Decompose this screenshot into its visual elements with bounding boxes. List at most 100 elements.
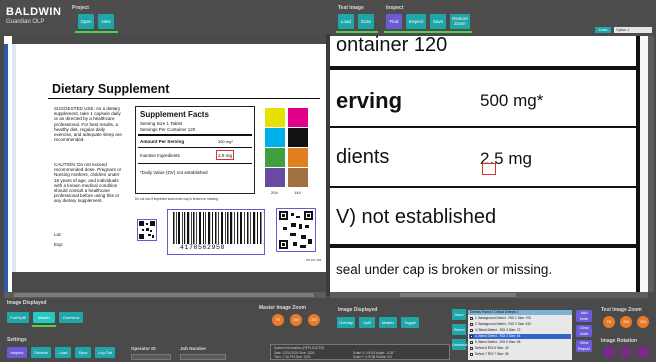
defect-item-text: 3. Bleed Defect - ROI 3 Size: 72 bbox=[475, 328, 521, 332]
open-project-button[interactable]: Open bbox=[78, 14, 94, 29]
overlay-button[interactable]: Overlay bbox=[337, 317, 355, 328]
project-group-title: Project bbox=[72, 5, 89, 11]
barcode-region: 4178562958 bbox=[167, 209, 265, 255]
defect-list-item[interactable]: 2. Background Defect - ROI 2 Size: 512 bbox=[469, 322, 571, 327]
barcode-number: 4178562958 bbox=[180, 244, 226, 251]
job-number-field[interactable] bbox=[180, 354, 226, 360]
defect-checkbox[interactable] bbox=[470, 347, 473, 350]
zoom-rule-2 bbox=[330, 126, 642, 128]
test-zoom-fit-button[interactable]: Fit bbox=[603, 316, 615, 328]
inactive-label: Inactive Ingredients bbox=[140, 153, 180, 158]
project-group-underline bbox=[75, 31, 118, 33]
defect-checkbox[interactable] bbox=[470, 353, 473, 356]
test-image-group-title: Test Image bbox=[338, 5, 364, 11]
qr-large-graphic bbox=[279, 211, 313, 249]
amount-value: 300 mg* bbox=[218, 139, 233, 144]
scan-image-button[interactable]: Scan bbox=[358, 14, 374, 29]
defect-list-item[interactable]: Defect 7 ROI 7 Size: 36 bbox=[469, 352, 571, 357]
label-blue-stripe bbox=[4, 44, 8, 292]
barcode-graphic bbox=[173, 212, 262, 244]
defect-list[interactable]: Defects Found 1 Critical Defects 1 1. Ba… bbox=[468, 310, 572, 360]
defect-checkbox[interactable] bbox=[470, 335, 473, 338]
overview-button[interactable]: Overview bbox=[59, 312, 83, 323]
job-label: Job Number bbox=[180, 346, 207, 351]
rotate-left-button[interactable] bbox=[603, 346, 615, 358]
test-image-panel[interactable]: ontainer 120 erving 500 mg* dients 2.5 m… bbox=[330, 36, 654, 292]
toggle-button[interactable]: Toggle bbox=[401, 317, 419, 328]
clear-note-button[interactable]: Clear Note bbox=[576, 325, 592, 337]
test-hscroll-thumb[interactable] bbox=[400, 293, 516, 297]
defect-checkbox[interactable] bbox=[470, 323, 473, 326]
split-button[interactable]: Split bbox=[359, 317, 375, 328]
settings-logout-button[interactable]: Log Out bbox=[95, 347, 115, 358]
defect-list-item[interactable]: 1. Background Defect - ROI 1 Size: 700 bbox=[469, 316, 571, 321]
zoom-select[interactable]: Option 1 bbox=[614, 27, 652, 33]
master-right-button[interactable]: Master bbox=[379, 317, 397, 328]
caution-text: CAUTION: Do not exceed recommended dose.… bbox=[54, 162, 122, 204]
master-display-button[interactable]: Master bbox=[33, 312, 55, 323]
rotate-reset-button[interactable] bbox=[620, 346, 632, 358]
settings-inspect-button[interactable]: Inspect bbox=[7, 347, 27, 358]
zoom-line-1: ontainer 120 bbox=[336, 36, 448, 56]
defect-item-text: 4. Bleed Defect - ROI 4 Size: 64 bbox=[475, 334, 521, 338]
image-rotation-title: Image Rotation bbox=[601, 338, 638, 344]
defect-checkbox[interactable] bbox=[470, 329, 473, 332]
test-vscrollbar[interactable] bbox=[648, 36, 654, 292]
inspect-button[interactable]: Inspect bbox=[406, 14, 426, 29]
defect-list-item-selected[interactable]: 4. Bleed Defect - ROI 4 Size: 64 bbox=[469, 334, 571, 339]
test-zoom-300-button[interactable]: 300 bbox=[637, 316, 649, 328]
suggested-use-text: SUGGESTED USE: As a dietary supplement, … bbox=[54, 106, 122, 143]
serving-size-text: Serving Size 1 Tablet bbox=[140, 121, 183, 126]
label-stripe-light bbox=[12, 44, 16, 292]
defect-checkbox[interactable] bbox=[470, 341, 473, 344]
image-displayed-title-right: Image Displayed bbox=[338, 307, 378, 313]
title-rule bbox=[48, 98, 320, 99]
master-hscroll-thumb[interactable] bbox=[14, 293, 314, 297]
qr-code-small bbox=[137, 219, 157, 241]
info-line-4: Scale Y: 0.9136 Rotate: 0/0 bbox=[353, 355, 392, 359]
add-note-button[interactable]: Add Note bbox=[576, 310, 592, 322]
find-button[interactable]: Find bbox=[386, 14, 402, 29]
swatch-cyan bbox=[265, 128, 285, 147]
swatch-orange bbox=[288, 148, 308, 167]
swatch-code-2: 144 bbox=[294, 190, 301, 195]
save-button[interactable]: Save bbox=[430, 14, 446, 29]
swatch-green bbox=[265, 148, 285, 167]
inspect-group-title: Inspect bbox=[386, 5, 404, 11]
test-zoom-200-button[interactable]: 200 bbox=[620, 316, 632, 328]
defect-checkbox[interactable] bbox=[470, 317, 473, 320]
settings-sync-button[interactable]: Sync bbox=[75, 347, 91, 358]
settings-defects-button[interactable]: Defects bbox=[31, 347, 51, 358]
swatch-magenta bbox=[288, 108, 308, 127]
zoom-button[interactable]: Zoom bbox=[595, 27, 611, 33]
part-code-text: P8 103 783 bbox=[306, 258, 322, 262]
master-zoom-200-button[interactable]: 200 bbox=[290, 314, 302, 326]
amount-heading: Amount Per Serving bbox=[140, 139, 185, 144]
test-zoom-title: Test Image Zoom bbox=[601, 307, 642, 313]
restore-zoom-button[interactable]: Restore Zoom bbox=[450, 14, 470, 29]
inspect-group-underline bbox=[384, 31, 472, 33]
full-split-button[interactable]: Full/Split bbox=[7, 312, 29, 323]
defects-select-button[interactable]: Select bbox=[452, 324, 466, 335]
settings-load-button[interactable]: Load bbox=[55, 347, 71, 358]
master-hscrollbar[interactable] bbox=[4, 292, 326, 298]
master-image-panel[interactable]: Dietary Supplement SUGGESTED USE: As a d… bbox=[4, 36, 326, 292]
master-zoom-fit-button[interactable]: Fit bbox=[272, 314, 284, 326]
defects-save-button[interactable]: Save bbox=[452, 309, 466, 320]
defect-list-item[interactable]: 3. Bleed Defect - ROI 3 Size: 72 bbox=[469, 328, 571, 333]
defect-list-item[interactable]: Defect 6 ROI 6 Size: 40 bbox=[469, 346, 571, 351]
load-image-button[interactable]: Load bbox=[338, 14, 354, 29]
master-zoom-title: Master Image Zoom bbox=[259, 305, 306, 311]
view-report-button[interactable]: View Report bbox=[576, 340, 592, 352]
operator-field[interactable] bbox=[131, 354, 171, 360]
master-zoom-300-button[interactable]: 300 bbox=[308, 314, 320, 326]
image-displayed-title-left: Image Displayed bbox=[7, 300, 47, 306]
test-hscrollbar[interactable] bbox=[330, 292, 648, 298]
defect-list-item[interactable]: 5. Bleed Defect - ROI 5 Size: 48 bbox=[469, 340, 571, 345]
defect-marker-zoom bbox=[482, 163, 496, 175]
rotate-right-button[interactable] bbox=[637, 346, 649, 358]
defects-unselect-button[interactable]: Unselect bbox=[452, 339, 468, 350]
zoom-line-2-value: 500 mg* bbox=[480, 91, 544, 110]
settings-title: Settings bbox=[7, 337, 27, 343]
new-project-button[interactable]: New bbox=[98, 14, 114, 29]
